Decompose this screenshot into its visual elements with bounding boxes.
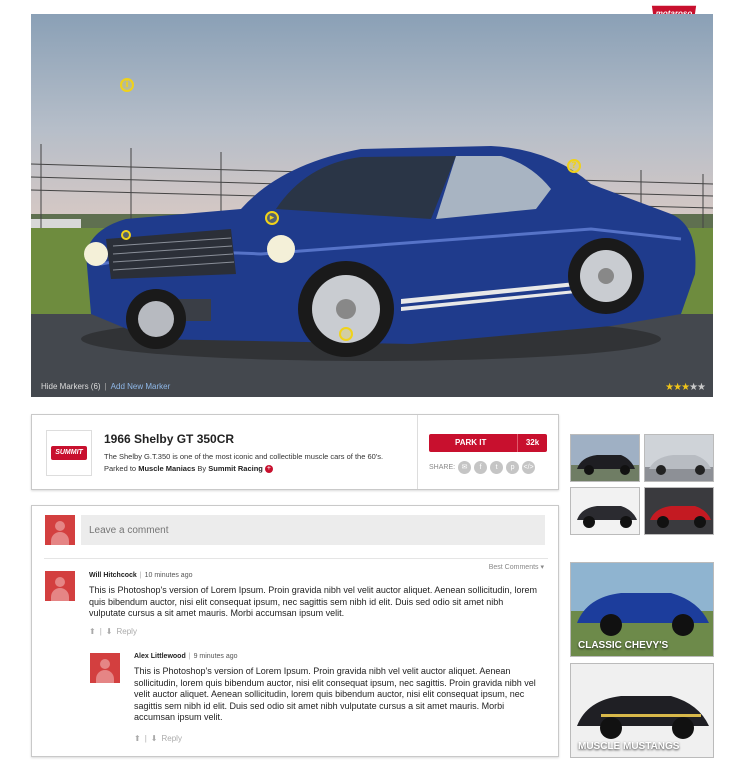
category-classic-chevys[interactable]: CLASSIC CHEVY'S xyxy=(570,562,714,657)
sort-label: Best Comments xyxy=(488,564,539,571)
comments-panel: Best Comments ▾ Will Hitchcock|10 minute… xyxy=(31,505,559,757)
comment-meta: Will Hitchcock | 10 minutes ago xyxy=(89,572,193,579)
parked-group-link[interactable]: Muscle Maniacs xyxy=(138,464,195,473)
embed-icon[interactable]: </> xyxy=(522,461,536,474)
follow-plus-icon[interactable]: + xyxy=(264,465,273,474)
info-marker-icon[interactable]: i xyxy=(120,78,134,92)
upvote-icon[interactable]: ⬆ xyxy=(89,627,96,636)
category-caption: CLASSIC CHEVY'S xyxy=(578,640,669,651)
comment-time: 9 minutes ago xyxy=(193,653,238,660)
comment-time: 10 minutes ago xyxy=(144,572,193,579)
chevron-down-icon: ▾ xyxy=(540,564,544,571)
play-marker-icon[interactable]: ▸ xyxy=(265,211,279,225)
park-it-button[interactable]: PARK IT 32k xyxy=(429,434,547,452)
comment-input[interactable] xyxy=(81,515,545,545)
star-icon[interactable]: ★ xyxy=(681,382,690,393)
comments-divider xyxy=(44,558,548,559)
commenter-avatar[interactable] xyxy=(90,653,120,683)
thumbnail-black-car[interactable] xyxy=(570,434,640,482)
car-description: The Shelby G.T.350 is one of the most ic… xyxy=(104,452,384,461)
downvote-icon[interactable]: ⬇ xyxy=(151,734,158,743)
star-icon[interactable]: ★ xyxy=(697,382,706,393)
mail-icon[interactable]: ✉ xyxy=(458,461,472,474)
headlight-marker-icon[interactable] xyxy=(121,230,131,240)
sponsor-logo[interactable]: SUMMIT xyxy=(46,430,92,476)
marker-controls: Hide Markers (6) | Add New Marker xyxy=(41,382,170,391)
park-it-label: PARK IT xyxy=(455,438,487,447)
thumbnail-red-car[interactable] xyxy=(644,487,714,535)
thumbnail-silver-camaro[interactable] xyxy=(644,434,714,482)
separator: | xyxy=(104,382,107,391)
rating-stars[interactable]: ★★★★★ xyxy=(665,382,706,393)
comment-text: This is Photoshop's version of Lorem Ips… xyxy=(134,666,536,722)
star-icon[interactable]: ★ xyxy=(689,382,698,393)
sort-dropdown[interactable]: Best Comments ▾ xyxy=(489,563,544,571)
current-user-avatar xyxy=(45,515,75,545)
wheel-marker-icon[interactable] xyxy=(339,327,353,341)
park-count: 32k xyxy=(517,434,547,452)
parked-user-link[interactable]: Summit Racing xyxy=(208,464,263,473)
star-icon[interactable]: ★ xyxy=(665,382,674,393)
share-bar: SHARE: ✉ f t p </> xyxy=(429,461,536,474)
reply-link[interactable]: Reply xyxy=(116,627,136,636)
car-illustration xyxy=(31,144,713,397)
reply-link[interactable]: Reply xyxy=(161,734,181,743)
twitter-icon[interactable]: t xyxy=(490,461,504,474)
share-label: SHARE: xyxy=(429,464,456,471)
comment-author[interactable]: Will Hitchcock xyxy=(89,572,137,579)
parked-prefix: Parked to xyxy=(104,464,137,473)
comment-actions: ⬆ | ⬇ Reply xyxy=(89,627,137,636)
facebook-icon[interactable]: f xyxy=(474,461,488,474)
parked-info: Parked to Muscle Maniacs By Summit Racin… xyxy=(104,464,273,474)
comment-actions: ⬆ | ⬇ Reply xyxy=(134,734,182,743)
parked-by: By xyxy=(197,464,207,473)
category-caption: MUSCLE MUSTANGS xyxy=(578,741,680,752)
comment-text: This is Photoshop's version of Lorem Ips… xyxy=(89,585,537,618)
downvote-icon[interactable]: ⬇ xyxy=(106,627,113,636)
card-divider xyxy=(417,415,418,489)
thumbnail-mustang[interactable] xyxy=(570,487,640,535)
comment-author[interactable]: Alex Littlewood xyxy=(134,653,186,660)
star-icon[interactable]: ★ xyxy=(673,382,682,393)
pinterest-icon[interactable]: p xyxy=(506,461,520,474)
upvote-icon[interactable]: ⬆ xyxy=(134,734,141,743)
hero-car-photo[interactable]: i ? ▸ Hide Markers (6) | Add New Marker ★★… xyxy=(31,14,713,397)
sponsor-logo-text: SUMMIT xyxy=(51,446,87,460)
add-marker-link[interactable]: Add New Marker xyxy=(111,382,171,391)
car-info-card: SUMMIT 1966 Shelby GT 350CR The Shelby G… xyxy=(31,414,559,490)
commenter-avatar[interactable] xyxy=(45,571,75,601)
car-title: 1966 Shelby GT 350CR xyxy=(104,432,235,446)
category-muscle-mustangs[interactable]: MUSCLE MUSTANGS xyxy=(570,663,714,758)
comment-meta: Alex Littlewood | 9 minutes ago xyxy=(134,653,238,660)
question-marker-icon[interactable]: ? xyxy=(567,159,581,173)
hide-markers-link[interactable]: Hide Markers (6) xyxy=(41,382,101,391)
